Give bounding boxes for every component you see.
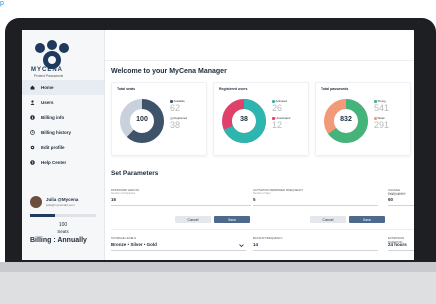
page-title: Welcome to your MyCena Manager [111, 68, 227, 75]
field-label-storage-levels: Storage levels [111, 236, 136, 240]
sidebar-item-label: Users [41, 100, 54, 105]
sidebar-item-users[interactable]: Users [22, 95, 104, 110]
field-sub: Number of characters [111, 192, 136, 195]
sidebar-item-help-center[interactable]: ? Help Center [22, 155, 104, 170]
input-underline [388, 205, 414, 206]
logo-subtitle: Protect Passwords [34, 74, 64, 78]
sidebar-item-edit-profile[interactable]: Edit profile [22, 140, 104, 155]
save-button[interactable]: Save [349, 216, 385, 223]
legend-value: 541 [374, 103, 390, 113]
sidebar-item-label: Billing history [41, 130, 72, 135]
legend-value: 62 [170, 103, 181, 113]
section-title: Set Parameters [111, 170, 159, 177]
sidebar-nav: Home Users Billing info Billing history … [22, 80, 104, 170]
card-total-passwords: Total passwords 832 Strong 541 Weak 291 [315, 82, 411, 156]
sidebar-item-billing-info[interactable]: Billing info [22, 110, 104, 125]
card-total-seats: Total seats 100 Available 62 Registered … [111, 82, 207, 156]
input-underline [388, 250, 414, 251]
divider [111, 229, 414, 230]
extension-duration-input[interactable]: 24 hours [388, 242, 407, 247]
field-label-backup-frequency: Backup frequency [253, 236, 283, 240]
card-title: Registered users [219, 87, 248, 91]
activation-reminder-input[interactable]: 5 [253, 197, 256, 202]
app-screen: MYCENA Protect Passwords Home Users Bill… [22, 30, 414, 260]
top-bar [105, 30, 414, 61]
card-registered-users: Registered users 38 Activated 26 Unactiv… [213, 82, 309, 156]
corner-marker: p [0, 0, 4, 7]
sidebar-item-label: Home [41, 85, 54, 90]
input-underline [253, 250, 378, 251]
sidebar-item-label: Help Center [41, 160, 67, 165]
sidebar-item-label: Edit profile [41, 145, 65, 150]
history-icon [30, 130, 35, 135]
legend-value: 12 [272, 120, 283, 130]
seats-count: 100 [58, 222, 68, 228]
billing-period: Billing : Annually [30, 237, 87, 244]
legend-value: 38 [170, 120, 181, 130]
storage-levels-select[interactable]: Bronze • Silver • Gold [111, 242, 157, 247]
sidebar: MYCENA Protect Passwords Home Users Bill… [22, 30, 105, 260]
cancel-button[interactable]: Cancel [175, 216, 211, 223]
donut-center-value: 100 [136, 116, 148, 123]
sidebar-item-home[interactable]: Home [22, 80, 104, 95]
card-title: Total seats [117, 87, 136, 91]
sidebar-item-label: Billing info [41, 115, 65, 120]
change-frequency-input[interactable]: 60 [388, 197, 393, 202]
profile-email: julia@mycenaltd.com [46, 203, 75, 207]
gear-icon [30, 145, 35, 150]
seat-usage-bar [30, 214, 96, 217]
input-underline [253, 205, 378, 206]
sidebar-item-billing-history[interactable]: Billing history [22, 125, 104, 140]
backup-frequency-input[interactable]: 14 [253, 242, 258, 247]
laptop-lip [0, 262, 436, 272]
card-title: Total passwords [321, 87, 349, 91]
chevron-down-icon[interactable] [239, 243, 244, 248]
donut-center-value: 38 [240, 116, 248, 123]
main-content: Welcome to your MyCena Manager Total sea… [105, 30, 414, 260]
info-icon [30, 115, 35, 120]
field-sub: Number of days [388, 192, 406, 195]
cancel-button[interactable]: Cancel [310, 216, 346, 223]
profile-name: Julia @Mycena [46, 197, 79, 202]
home-icon [30, 85, 35, 90]
avatar[interactable] [30, 196, 42, 208]
input-underline [111, 250, 246, 251]
logo-text: MYCENA [31, 67, 64, 73]
donut-center-value: 832 [340, 116, 352, 123]
seat-usage-fill [30, 214, 56, 217]
input-underline [111, 205, 251, 206]
seats-label: Seats [57, 229, 69, 234]
password-length-input[interactable]: 16 [111, 197, 116, 202]
legend-value: 291 [374, 120, 390, 130]
user-icon [30, 100, 35, 105]
svg-text:?: ? [31, 161, 33, 165]
help-icon: ? [30, 160, 35, 165]
save-button[interactable]: Save [214, 216, 250, 223]
legend-value: 26 [272, 103, 283, 113]
field-sub: Number of days [253, 192, 271, 195]
